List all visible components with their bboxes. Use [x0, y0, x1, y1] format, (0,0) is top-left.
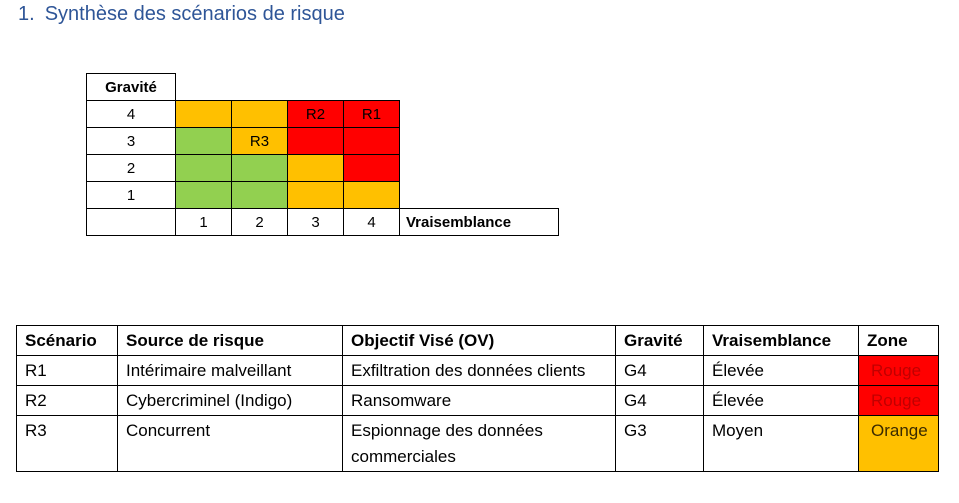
matrix-likelihood-value: 3 [287, 208, 344, 236]
cell-gravite: G3 [615, 415, 704, 472]
matrix-gravity-value: 2 [86, 154, 176, 182]
scenario-table: Scénario Source de risque Objectif Visé … [16, 325, 939, 472]
cell-scenario: R1 [16, 355, 118, 386]
cell-vraisemblance: Élevée [703, 385, 859, 416]
matrix-cell [175, 154, 232, 182]
matrix-cell [343, 154, 400, 182]
column-header-scenario: Scénario [16, 325, 118, 356]
matrix-cell [287, 154, 344, 182]
column-header-objectif: Objectif Visé (OV) [342, 325, 616, 356]
risk-matrix: Gravité 4 R2 R1 3 R3 2 1 1 2 3 4 Vraisem… [86, 73, 559, 236]
matrix-x-axis-row: 1 2 3 4 Vraisemblance [86, 208, 559, 236]
cell-zone: Orange [858, 415, 939, 472]
cell-gravite: G4 [615, 385, 704, 416]
cell-source: Cybercriminel (Indigo) [117, 385, 343, 416]
matrix-row: 1 [86, 181, 559, 209]
matrix-cell [175, 100, 232, 128]
cell-source: Intérimaire malveillant [117, 355, 343, 386]
column-header-vraisemblance: Vraisemblance [703, 325, 859, 356]
matrix-x-axis-label: Vraisemblance [399, 208, 559, 236]
matrix-y-axis-label: Gravité [86, 73, 176, 101]
matrix-cell [175, 127, 232, 155]
cell-vraisemblance: Moyen [703, 415, 859, 472]
matrix-cell: R2 [287, 100, 344, 128]
matrix-likelihood-value: 4 [343, 208, 400, 236]
matrix-gravity-value: 1 [86, 181, 176, 209]
matrix-row: 2 [86, 154, 559, 182]
matrix-row: 4 R2 R1 [86, 100, 559, 128]
cell-objectif: Espionnage des données commerciales [342, 415, 616, 472]
matrix-gravity-value: 4 [86, 100, 176, 128]
matrix-likelihood-value: 1 [175, 208, 232, 236]
matrix-likelihood-value: 2 [231, 208, 288, 236]
section-heading: 1. Synthèse des scénarios de risque [18, 3, 345, 26]
cell-scenario: R3 [16, 415, 118, 472]
matrix-cell [343, 181, 400, 209]
column-header-gravite: Gravité [615, 325, 704, 356]
cell-zone: Rouge [858, 355, 939, 386]
section-number: 1. [18, 3, 35, 25]
table-row: R2 Cybercriminel (Indigo) Ransomware G4 … [16, 385, 939, 416]
matrix-corner-cell [86, 208, 176, 236]
matrix-row: 3 R3 [86, 127, 559, 155]
cell-objectif: Exfiltration des données clients [342, 355, 616, 386]
matrix-cell [231, 100, 288, 128]
cell-scenario: R2 [16, 385, 118, 416]
matrix-cell: R3 [231, 127, 288, 155]
matrix-cell [287, 127, 344, 155]
section-title: Synthèse des scénarios de risque [44, 3, 345, 25]
matrix-cell [231, 154, 288, 182]
column-header-zone: Zone [858, 325, 939, 356]
cell-gravite: G4 [615, 355, 704, 386]
matrix-cell [231, 181, 288, 209]
table-row: R3 Concurrent Espionnage des données com… [16, 415, 939, 472]
table-row: R1 Intérimaire malveillant Exfiltration … [16, 355, 939, 386]
column-header-source: Source de risque [117, 325, 343, 356]
table-header-row: Scénario Source de risque Objectif Visé … [16, 325, 939, 356]
matrix-cell: R1 [343, 100, 400, 128]
matrix-cell [175, 181, 232, 209]
cell-objectif: Ransomware [342, 385, 616, 416]
cell-zone: Rouge [858, 385, 939, 416]
cell-vraisemblance: Élevée [703, 355, 859, 386]
matrix-cell [343, 127, 400, 155]
matrix-gravity-value: 3 [86, 127, 176, 155]
matrix-cell [287, 181, 344, 209]
cell-source: Concurrent [117, 415, 343, 472]
